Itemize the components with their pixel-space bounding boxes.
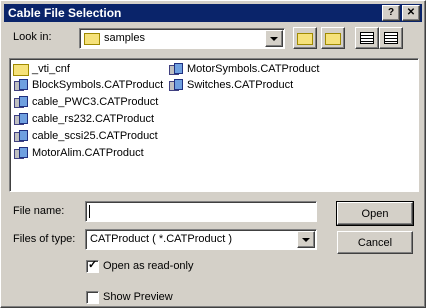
open-button[interactable]: Open bbox=[336, 201, 414, 226]
catproduct-icon bbox=[13, 146, 29, 160]
file-name: cable_PWC3.CATProduct bbox=[32, 96, 159, 108]
chevron-down-icon[interactable] bbox=[265, 30, 283, 47]
catproduct-icon bbox=[13, 78, 29, 92]
details-view-button[interactable] bbox=[379, 27, 403, 49]
close-button[interactable]: ✕ bbox=[402, 5, 420, 21]
file-name-label: File name: bbox=[13, 205, 65, 217]
list-view-icon bbox=[360, 32, 374, 44]
file-name: Switches.CATProduct bbox=[187, 79, 294, 91]
list-item[interactable]: cable_scsi25.CATProduct bbox=[13, 128, 158, 144]
text-cursor bbox=[89, 205, 90, 218]
list-item[interactable]: MotorSymbols.CATProduct bbox=[168, 61, 319, 77]
list-view-button[interactable] bbox=[355, 27, 379, 49]
file-name: _vti_cnf bbox=[32, 63, 70, 75]
file-list[interactable]: _vti_cnf BlockSymbols.CATProduct cable_P… bbox=[9, 58, 419, 192]
file-name: MotorAlim.CATProduct bbox=[32, 147, 144, 159]
file-name: cable_rs232.CATProduct bbox=[32, 113, 155, 125]
file-name: BlockSymbols.CATProduct bbox=[32, 79, 164, 91]
show-preview-label: Show Preview bbox=[103, 291, 173, 303]
list-item[interactable]: cable_PWC3.CATProduct bbox=[13, 94, 158, 110]
look-in-label: Look in: bbox=[13, 31, 52, 43]
files-of-type-select[interactable]: CATProduct ( *.CATProduct ) bbox=[85, 229, 317, 250]
list-item[interactable]: BlockSymbols.CATProduct bbox=[13, 77, 163, 93]
files-of-type-label: Files of type: bbox=[13, 233, 76, 245]
details-view-icon bbox=[384, 32, 398, 44]
cancel-button[interactable]: Cancel bbox=[337, 231, 413, 254]
catproduct-icon bbox=[13, 95, 29, 109]
catproduct-icon bbox=[168, 78, 184, 92]
show-preview-checkbox[interactable] bbox=[86, 291, 99, 304]
file-name: cable_scsi25.CATProduct bbox=[32, 130, 158, 142]
folder-icon bbox=[13, 64, 29, 76]
new-folder-button[interactable] bbox=[321, 27, 345, 49]
list-item[interactable]: Switches.CATProduct bbox=[168, 77, 293, 93]
new-folder-icon bbox=[325, 33, 341, 45]
catproduct-icon bbox=[13, 112, 29, 126]
read-only-checkbox[interactable] bbox=[86, 258, 99, 273]
file-name-input[interactable] bbox=[85, 201, 317, 222]
title-bar[interactable]: Cable File Selection ? ✕ bbox=[4, 4, 422, 22]
chevron-down-icon[interactable] bbox=[297, 231, 315, 248]
look-in-select[interactable]: samples bbox=[79, 28, 285, 49]
up-one-level-button[interactable] bbox=[293, 27, 317, 49]
file-name: MotorSymbols.CATProduct bbox=[187, 63, 320, 75]
list-item[interactable]: _vti_cnf bbox=[13, 61, 70, 77]
catproduct-icon bbox=[168, 62, 184, 76]
files-of-type-value: CATProduct ( *.CATProduct ) bbox=[90, 233, 233, 245]
look-in-value: samples bbox=[104, 32, 145, 44]
help-button[interactable]: ? bbox=[382, 5, 400, 21]
catproduct-icon bbox=[13, 129, 29, 143]
cable-file-selection-dialog: Cable File Selection ? ✕ Look in: sample… bbox=[0, 0, 426, 308]
folder-up-icon bbox=[297, 33, 313, 45]
read-only-label: Open as read-only bbox=[103, 260, 194, 272]
list-item[interactable]: cable_rs232.CATProduct bbox=[13, 111, 154, 127]
window-title: Cable File Selection bbox=[8, 6, 122, 20]
list-item[interactable]: MotorAlim.CATProduct bbox=[13, 145, 144, 161]
folder-icon bbox=[84, 33, 100, 45]
